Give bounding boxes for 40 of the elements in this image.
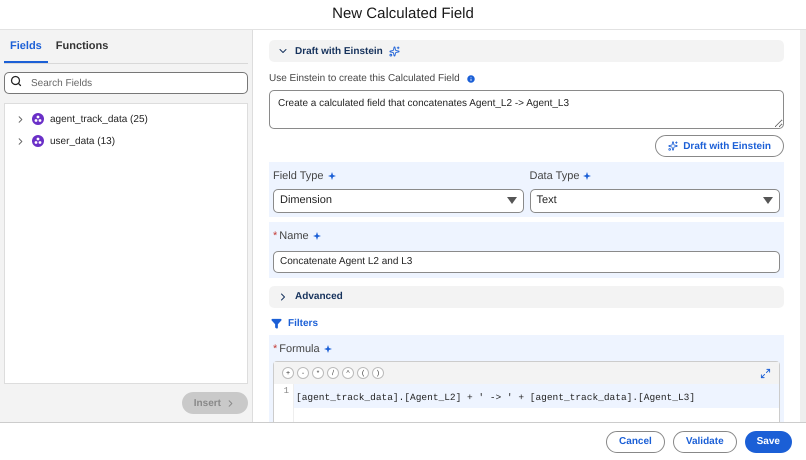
line-number: 1 <box>284 385 289 398</box>
sparkle-icon <box>388 46 400 56</box>
tree-item[interactable]: agent_track_data (25) <box>5 110 247 128</box>
info-icon <box>466 74 476 84</box>
dataset-icon <box>32 113 44 125</box>
sparkle-icon <box>583 172 592 180</box>
field-label: Data Type <box>530 169 580 184</box>
sparkle-icon <box>328 172 336 180</box>
tab[interactable]: Functions <box>48 38 116 62</box>
name-field[interactable]: Concatenate Agent L2 and L3 <box>273 250 780 272</box>
sparkle-icon <box>668 141 678 151</box>
search-icon <box>10 74 22 86</box>
required-mark: * <box>273 342 278 356</box>
dataset-icon <box>32 135 44 147</box>
field-label: Name <box>279 228 309 244</box>
filter-icon <box>271 318 282 328</box>
code-line: [agent_track_data].[Agent_L2] + ' -> ' + [agent_track_data].[Agent_L3] <box>296 392 696 403</box>
filters-link[interactable]: Filters <box>269 316 784 330</box>
field-label: Field Type <box>273 169 324 184</box>
prompt-field[interactable]: Create a calculated field that concatenates Agent_L2 -> Agent_L3 <box>269 90 784 129</box>
einstein-section-header[interactable]: Draft with Einstein <box>269 40 784 62</box>
dropdown[interactable]: Text <box>530 188 780 212</box>
tab[interactable]: Fields <box>4 38 48 62</box>
caret-icon <box>506 197 516 204</box>
advanced-section-header[interactable]: Advanced <box>269 286 784 308</box>
sparkle-icon <box>324 344 332 353</box>
search-field[interactable]: Search Fields <box>4 72 248 94</box>
caret-icon <box>763 197 773 204</box>
footer-button[interactable]: Save <box>744 430 792 452</box>
prompt-label: Use Einstein to create this Calculated Field <box>269 72 460 86</box>
tree-item[interactable]: user_data (13) <box>5 132 247 150</box>
sparkle-icon <box>312 232 321 240</box>
expand-icon <box>760 368 771 378</box>
field-label: Formula <box>279 342 320 356</box>
window-title: New Calculated Field <box>332 4 474 24</box>
dropdown[interactable]: Dimension <box>273 188 524 212</box>
footer-button[interactable]: Cancel <box>606 430 665 452</box>
draft-with-einstein-button[interactable]: Draft with Einstein <box>655 135 784 157</box>
required-mark: * <box>273 228 278 244</box>
footer-button[interactable]: Validate <box>672 430 737 452</box>
